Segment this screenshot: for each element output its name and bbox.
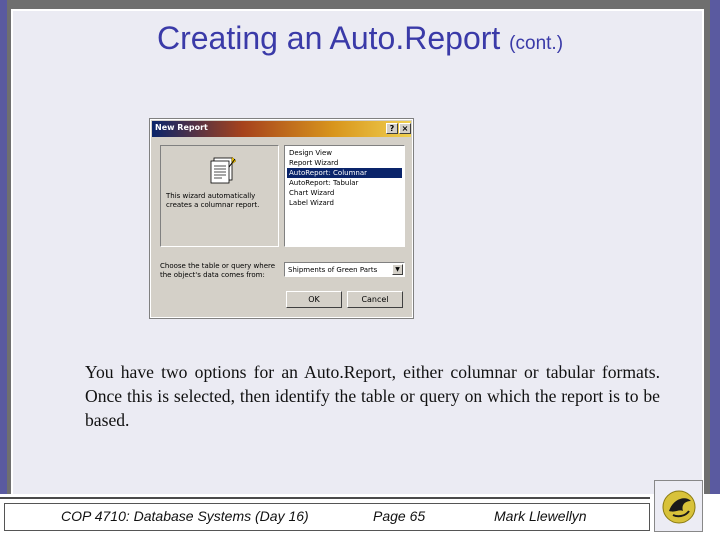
preview-panel: This wizard automatically creates a colu… [160,145,279,247]
slide-title: Creating an Auto.Report (cont.) [0,20,720,57]
wizard-list[interactable]: Design View Report Wizard AutoReport: Co… [284,145,405,247]
slide-body-text: You have two options for an Auto.Report,… [85,362,660,430]
slide-right-accent-bar [710,0,720,540]
close-button[interactable]: × [399,123,411,134]
dropdown-arrow-icon[interactable]: ▼ [392,264,403,275]
slide-left-accent-bar [0,0,7,540]
report-wizard-icon [210,156,237,184]
help-button[interactable]: ? [386,123,398,134]
footer-page-number: Page 65 [373,508,426,524]
wizard-item-label-wizard[interactable]: Label Wizard [287,198,402,208]
logo-box [654,480,703,532]
wizard-item-design-view[interactable]: Design View [287,148,402,158]
wizard-item-autoreport-tabular[interactable]: AutoReport: Tabular [287,178,402,188]
footer-divider [0,497,650,499]
table-select[interactable]: Shipments of Green Parts ▼ [284,262,405,277]
footer-author: Mark Llewellyn [494,508,587,524]
dialog-title: New Report [155,123,208,132]
dialog-titlebar: New Report ? × [152,121,411,137]
wizard-item-report-wizard[interactable]: Report Wizard [287,158,402,168]
slide-title-suffix: (cont.) [509,33,564,54]
table-select-value: Shipments of Green Parts [288,266,378,274]
wizard-description: This wizard automatically creates a colu… [166,192,260,209]
footer-course: COP 4710: Database Systems (Day 16) [61,508,309,524]
cancel-button[interactable]: Cancel [347,291,403,308]
ucf-pegasus-logo-icon [662,490,696,524]
ok-button[interactable]: OK [286,291,342,308]
wizard-item-chart-wizard[interactable]: Chart Wizard [287,188,402,198]
slide-title-main: Creating an Auto.Report [156,20,501,56]
new-report-dialog: New Report ? × This wizard automatically… [149,118,414,319]
wizard-item-autoreport-columnar[interactable]: AutoReport: Columnar [287,168,402,178]
table-prompt-label: Choose the table or query where the obje… [160,262,276,279]
